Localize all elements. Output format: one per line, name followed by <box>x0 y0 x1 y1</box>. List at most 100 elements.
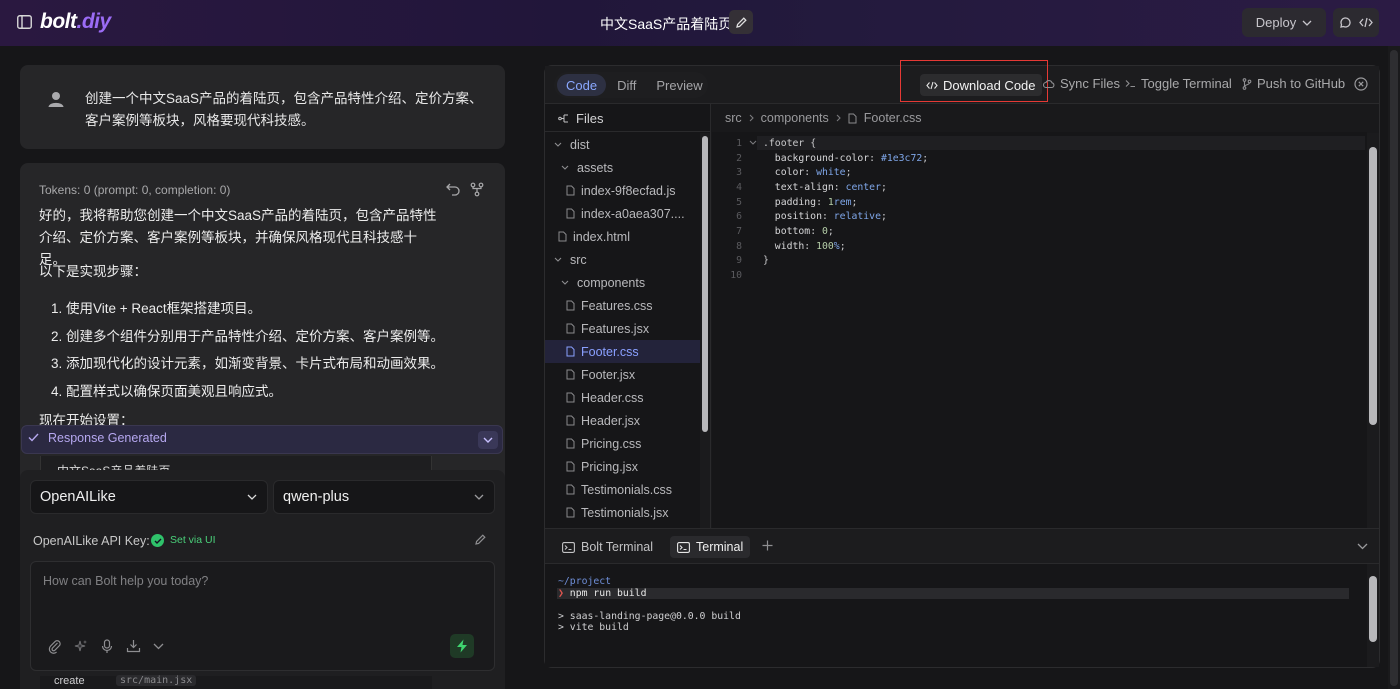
tree-folder[interactable]: src <box>545 248 700 271</box>
terminal-line: ❯ npm run build <box>558 587 647 599</box>
line-number: 10 <box>730 270 742 282</box>
tree-file[interactable]: Footer.jsx <box>545 363 700 386</box>
terminal-line: > saas-landing-page@0.0.0 build <box>558 610 741 622</box>
code-lines: 1 .footer {2 background-color: #1e3c72; 3 … <box>712 136 1362 283</box>
user-avatar-icon <box>46 89 66 109</box>
step-item: 2. 创建多个组件分别用于产品特性介绍、定价方案、客户案例等。 <box>51 329 445 344</box>
terminal-line: > vite build <box>558 622 629 633</box>
terminal-icon <box>562 541 575 553</box>
code-line: 10 <box>712 268 1362 283</box>
file-icon <box>566 300 581 311</box>
terminal-icon <box>677 541 690 553</box>
sidebar-toggle-icon[interactable] <box>17 15 32 29</box>
tree-file[interactable]: Testimonials.css <box>545 478 700 501</box>
toggle-terminal-button[interactable]: Toggle Terminal <box>1125 76 1232 91</box>
fork-icon[interactable] <box>470 182 484 197</box>
pencil-icon <box>735 16 747 28</box>
file-icon <box>566 208 581 219</box>
tab-diff[interactable]: Diff <box>608 74 645 96</box>
code-text: background-color: #1e3c72; <box>763 152 929 164</box>
bolt-logo[interactable]: bolt.diy <box>40 10 111 34</box>
edit-title-button[interactable] <box>729 10 753 34</box>
tree-file[interactable]: Features.jsx <box>545 317 700 340</box>
tree-file[interactable]: index.html <box>545 225 700 248</box>
tree-item-label: Features.css <box>581 298 653 313</box>
artifact-file-row: create src/main.jsx <box>40 675 432 689</box>
tab-bolt-terminal[interactable]: Bolt Terminal <box>555 536 660 558</box>
code-line: 2 background-color: #1e3c72; <box>712 151 1362 166</box>
code-text: width: 100%; <box>763 240 846 252</box>
tree-file[interactable]: Pricing.css <box>545 432 700 455</box>
tab-code[interactable]: Code <box>557 74 607 96</box>
code-text: .footer { <box>763 137 817 149</box>
user-message-text: 创建一个中文SaaS产品的着陆页，包含产品特性介绍、定价方案、客户案例等板块，风… <box>85 91 483 128</box>
tree-file[interactable]: Header.css <box>545 386 700 409</box>
tree-item-label: index.html <box>573 229 630 244</box>
api-key-label: OpenAILike API Key: <box>33 534 150 548</box>
tree-file[interactable]: Pricing.jsx <box>545 455 700 478</box>
chevron-down-icon <box>554 257 570 262</box>
undo-icon[interactable] <box>446 182 461 196</box>
line-number: 1 <box>736 137 742 149</box>
tab-terminal[interactable]: Terminal <box>670 536 751 558</box>
tree-file[interactable]: Footer.css <box>545 340 700 363</box>
tree-item-label: src <box>570 252 587 267</box>
tree-folder[interactable]: assets <box>545 156 700 179</box>
tree-item-label: Testimonials.jsx <box>581 505 669 520</box>
project-title: 中文SaaS产品着陆页 <box>600 16 733 32</box>
tree-folder[interactable]: components <box>545 271 700 294</box>
model-select[interactable]: qwen-plus <box>273 480 495 514</box>
terminal-scroll-thumb[interactable] <box>1369 576 1377 642</box>
tree-file[interactable]: Features.css <box>545 294 700 317</box>
expand-response-button[interactable] <box>478 431 498 449</box>
tree-file[interactable]: index-9f8ecfad.js <box>545 179 700 202</box>
chevron-down-icon[interactable] <box>153 643 164 650</box>
check-circle-icon <box>151 534 164 547</box>
deploy-button[interactable]: Deploy <box>1242 8 1326 37</box>
steps-heading: 以下是实现步骤： <box>39 264 147 279</box>
tree-file[interactable]: Testimonials.jsx <box>545 501 700 524</box>
file-icon <box>566 507 581 518</box>
tree-icon <box>558 113 569 124</box>
microphone-icon[interactable] <box>101 639 113 654</box>
tree-item-label: index-a0aea307.... <box>581 206 685 221</box>
file-tree-scroll-thumb[interactable] <box>702 136 708 432</box>
close-workbench-icon[interactable] <box>1354 77 1368 91</box>
push-to-github-button[interactable]: Push to GitHub <box>1242 76 1345 91</box>
step-item: 4. 配置样式以确保页面美观且响应式。 <box>51 384 283 399</box>
file-icon <box>558 231 573 242</box>
edit-api-key-icon[interactable] <box>474 533 487 546</box>
collapse-terminal-icon[interactable] <box>1357 543 1368 550</box>
tree-folder[interactable]: dist <box>545 133 700 156</box>
chevron-right-icon <box>836 114 841 122</box>
chevron-right-icon <box>749 114 754 122</box>
page-scroll-thumb[interactable] <box>1390 50 1398 686</box>
code-view-icon[interactable] <box>1359 17 1373 28</box>
code-text: position: relative; <box>763 211 887 223</box>
line-number: 2 <box>736 152 742 164</box>
sync-files-button[interactable]: Sync Files <box>1043 76 1120 91</box>
prompt-input[interactable] <box>43 574 483 624</box>
tab-preview[interactable]: Preview <box>647 74 711 96</box>
import-icon[interactable] <box>126 639 141 653</box>
provider-select[interactable]: OpenAILike <box>30 480 268 514</box>
chat-icon[interactable] <box>1339 16 1351 29</box>
terminal-prompt-icon <box>1125 80 1135 88</box>
attach-icon[interactable] <box>48 639 62 654</box>
lightning-icon <box>457 639 467 653</box>
file-icon <box>566 392 581 403</box>
code-line: 6 position: relative; <box>712 209 1362 224</box>
tree-file[interactable]: Header.jsx <box>545 409 700 432</box>
code-line: 8 width: 100%; <box>712 239 1362 254</box>
add-terminal-icon[interactable] <box>762 540 773 551</box>
code-text: text-align: center; <box>763 181 887 193</box>
token-counter: Tokens: 0 (prompt: 0, completion: 0) <box>39 183 231 197</box>
artifact-peek: 中文SaaS产品着陆页 <box>40 456 432 470</box>
tree-file[interactable]: index-a0aea307.... <box>545 202 700 225</box>
line-number: 4 <box>736 181 742 193</box>
send-button[interactable] <box>450 634 474 658</box>
tree-item-label: Footer.css <box>581 344 639 359</box>
sparkle-icon[interactable] <box>74 639 88 654</box>
editor-scroll-thumb[interactable] <box>1369 147 1377 425</box>
file-icon <box>566 461 581 472</box>
